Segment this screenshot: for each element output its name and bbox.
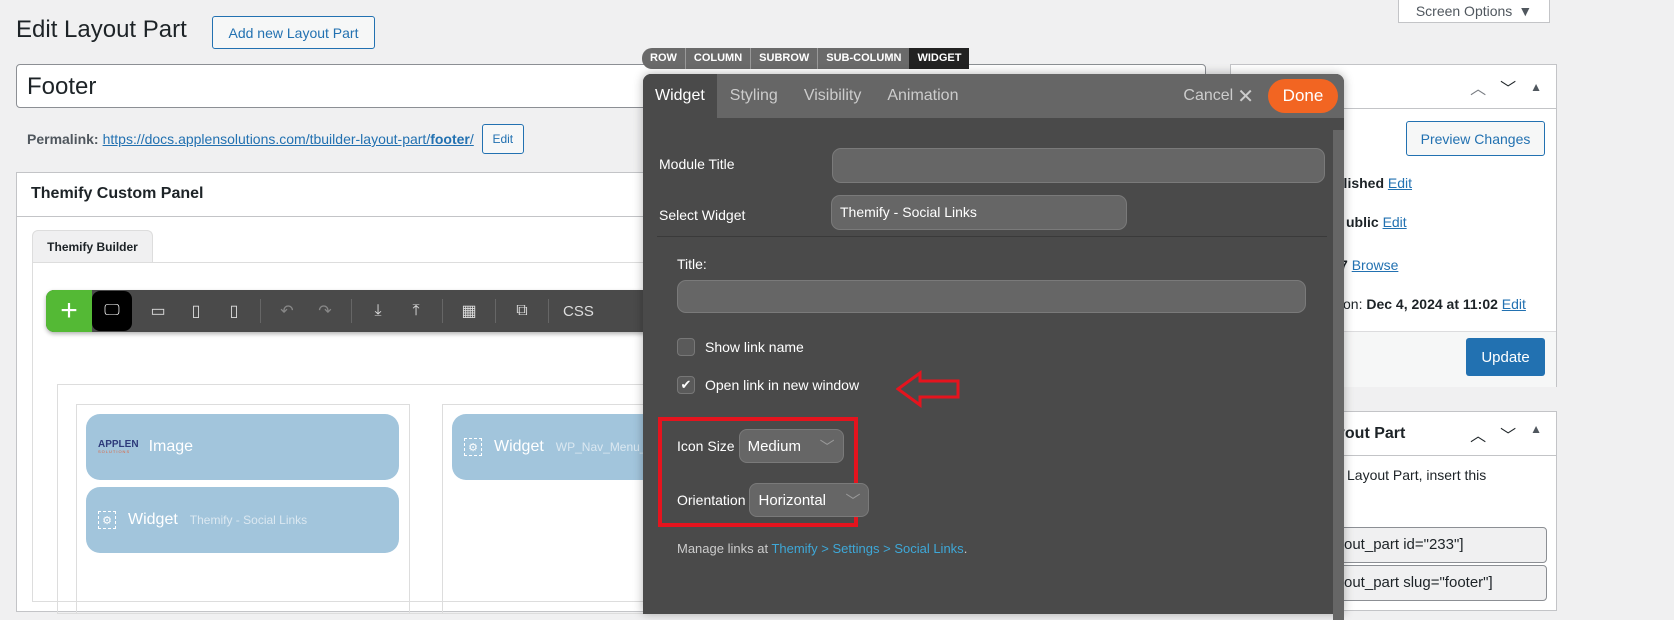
chevron-down-icon: ﹀	[819, 438, 835, 456]
move-down-icon[interactable]: ﹀	[1500, 75, 1516, 99]
cancel-button[interactable]: Cancel ✕	[1183, 84, 1254, 109]
gear-icon: ⚙	[98, 511, 116, 529]
add-plus-icon[interactable]: +	[46, 290, 92, 332]
manage-links-text: Manage links at Themify > Settings > Soc…	[677, 541, 968, 556]
permalink-edit-button[interactable]: Edit	[481, 124, 524, 154]
add-new-button[interactable]: Add new Layout Part	[212, 16, 375, 49]
breadcrumb-subrow[interactable]: SUBROW	[750, 48, 817, 69]
export-icon[interactable]: ⤒	[404, 299, 428, 323]
breadcrumb: ROW COLUMN SUBROW SUB-COLUMN WIDGET	[642, 48, 970, 69]
toggle-icon[interactable]: ▲	[1530, 422, 1542, 446]
visibility-edit-link[interactable]: Edit	[1383, 214, 1407, 230]
checkbox-unchecked[interactable]	[677, 338, 695, 356]
preview-changes-button[interactable]: Preview Changes	[1406, 121, 1545, 156]
image-module[interactable]: APPLEN SOLUTIONS Image	[86, 414, 399, 480]
shortcode-id-field[interactable]: out_part id="233"]	[1331, 527, 1547, 563]
orientation-select[interactable]: Horizontal ﹀	[749, 483, 870, 517]
icon-size-select[interactable]: Medium ﹀	[738, 429, 844, 463]
close-icon: ✕	[1237, 85, 1254, 108]
dialog-header: Widget Styling Visibility Animation Canc…	[643, 74, 1344, 118]
themify-link[interactable]: Themify	[771, 541, 817, 556]
chevron-down-icon: ﹀	[845, 492, 861, 510]
dialog-scrollbar[interactable]	[1333, 130, 1344, 620]
module-label: Image	[148, 438, 194, 455]
mobile-icon[interactable]: ▯	[222, 299, 246, 323]
select-widget-dropdown[interactable]: Themify - Social Links	[831, 195, 1127, 230]
breadcrumb-row[interactable]: ROW	[642, 48, 685, 69]
social-links-widget-module[interactable]: ⚙ Widget Themify - Social Links	[86, 487, 399, 553]
orientation-row: Orientation Horizontal ﹀	[677, 483, 870, 517]
shortcode-slug-field[interactable]: out_part slug="footer"]	[1331, 565, 1547, 601]
divider	[548, 299, 549, 323]
widget-settings-dialog: Widget Styling Visibility Animation Canc…	[643, 74, 1344, 620]
select-widget-label: Select Widget	[659, 207, 746, 223]
title-input[interactable]	[677, 280, 1306, 313]
tab-visibility[interactable]: Visibility	[791, 87, 875, 105]
browse-link[interactable]: Browse	[1352, 257, 1399, 273]
module-title-input[interactable]	[832, 148, 1325, 183]
date-edit-link[interactable]: Edit	[1502, 296, 1526, 312]
undo-icon[interactable]: ↶	[275, 299, 299, 323]
desktop-icon[interactable]: 🖵	[92, 291, 132, 331]
tab-themify-builder[interactable]: Themify Builder	[32, 230, 153, 263]
move-up-icon[interactable]: ︿	[1470, 75, 1486, 99]
duplicate-icon[interactable]: ⧉	[510, 299, 534, 323]
permalink-link[interactable]: https://docs.applensolutions.com/tbuilde…	[103, 131, 474, 147]
settings-link[interactable]: Settings	[833, 541, 880, 556]
tablet-icon[interactable]: ▯	[184, 299, 208, 323]
builder-toolbar: + 🖵 ▭ ▯ ▯ ↶ ↷ ⤓ ⤒ ▦ ⧉ CSS	[46, 290, 666, 332]
nav-menu-widget-module[interactable]: ⚙ Widget WP_Nav_Menu_	[452, 414, 662, 480]
title-label: Title:	[677, 256, 707, 272]
done-button[interactable]: Done	[1268, 79, 1338, 113]
tab-widget[interactable]: Widget	[643, 74, 717, 118]
import-icon[interactable]: ⤓	[366, 299, 390, 323]
move-down-icon[interactable]: ﹀	[1500, 422, 1516, 446]
page-title: Edit Layout Part	[16, 16, 187, 43]
update-button[interactable]: Update	[1466, 338, 1545, 376]
screen-options-label: Screen Options	[1415, 2, 1513, 19]
tab-animation[interactable]: Animation	[874, 87, 971, 105]
move-up-icon[interactable]: ︿	[1470, 422, 1486, 446]
screen-options-button[interactable]: Screen Options ▼	[1398, 0, 1550, 23]
divider	[495, 299, 496, 323]
divider	[442, 299, 443, 323]
module-label: Widget	[494, 438, 544, 455]
shortcode-help: Layout Part, insert this	[1347, 467, 1487, 483]
breadcrumb-column[interactable]: COLUMN	[684, 48, 750, 69]
caret-down-icon: ▼	[1518, 2, 1533, 19]
status-edit-link[interactable]: Edit	[1388, 175, 1412, 191]
css-button[interactable]: CSS	[563, 303, 594, 320]
box-title: yout Part	[1336, 424, 1406, 442]
module-title-label: Module Title	[659, 156, 735, 172]
social-links-link[interactable]: Social Links	[894, 541, 963, 556]
checkmark-icon[interactable]: ✔	[677, 376, 695, 394]
breadcrumb-subcolumn[interactable]: SUB-COLUMN	[817, 48, 909, 69]
breadcrumb-widget[interactable]: WIDGET	[909, 48, 970, 69]
divider	[260, 299, 261, 323]
module-label: Widget	[128, 511, 178, 528]
module-sub: WP_Nav_Menu_	[555, 440, 647, 454]
tab-styling[interactable]: Styling	[717, 87, 791, 105]
annotation-arrow-icon	[896, 370, 960, 408]
permalink-label: Permalink:	[27, 131, 99, 147]
icon-size-row: Icon Size Medium ﹀	[677, 429, 844, 463]
applen-logo: APPLEN SOLUTIONS	[98, 439, 139, 454]
module-sub: Themify - Social Links	[189, 513, 308, 527]
divider	[351, 299, 352, 323]
gear-icon: ⚙	[464, 438, 482, 456]
open-new-window-checkbox[interactable]: ✔ Open link in new window	[677, 376, 859, 394]
tablet-landscape-icon[interactable]: ▭	[146, 299, 170, 323]
permalink: Permalink: https://docs.applensolutions.…	[27, 124, 524, 154]
show-link-name-checkbox[interactable]: Show link name	[677, 338, 804, 356]
layouts-icon[interactable]: ▦	[457, 299, 481, 323]
redo-icon[interactable]: ↷	[313, 299, 337, 323]
toggle-icon[interactable]: ▲	[1530, 80, 1542, 94]
